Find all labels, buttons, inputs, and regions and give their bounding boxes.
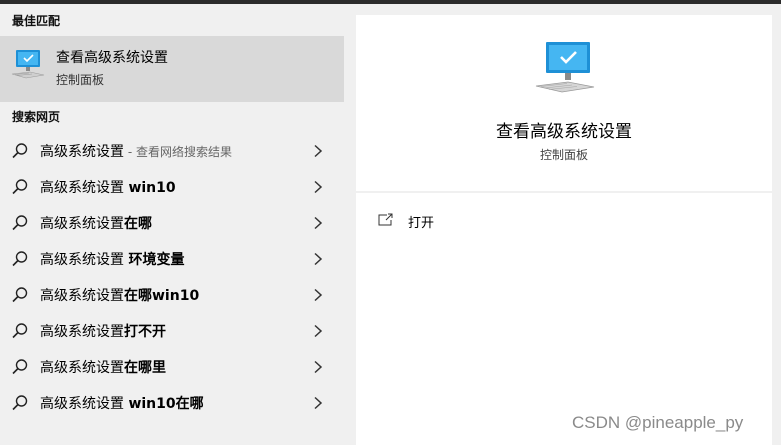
search-icon xyxy=(12,251,28,267)
query-prefix: 高级系统设置 xyxy=(40,288,124,304)
web-search-item[interactable]: 高级系统设置 win10 xyxy=(0,168,344,204)
query-suggestion: 环境变量 xyxy=(128,252,185,268)
query-prefix: 高级系统设置 xyxy=(40,144,124,160)
chevron-right-icon[interactable] xyxy=(313,144,323,158)
search-icon xyxy=(12,359,28,375)
web-search-label: 高级系统设置在哪 xyxy=(40,213,152,233)
web-search-label: 高级系统设置 环境变量 xyxy=(40,249,184,269)
search-icon xyxy=(12,287,28,303)
best-match-title: 查看高级系统设置 xyxy=(56,50,168,66)
web-search-item[interactable]: 高级系统设置在哪里 xyxy=(0,348,344,384)
chevron-right-icon[interactable] xyxy=(313,180,323,194)
results-panel: 最佳匹配 查看高级系统设置 控制面板 搜索网页 高级系统设置 - 查看网络搜索结… xyxy=(0,4,344,445)
computer-monitor-icon xyxy=(535,42,595,93)
web-search-label: 高级系统设置 win10 xyxy=(40,177,176,197)
chevron-right-icon[interactable] xyxy=(313,288,323,302)
query-suggestion: 在哪win10 xyxy=(124,288,200,304)
open-action[interactable]: 打开 xyxy=(378,211,498,231)
best-match-subtitle: 控制面板 xyxy=(56,73,105,87)
web-search-item[interactable]: 高级系统设置 环境变量 xyxy=(0,240,344,276)
query-prefix: 高级系统设置 xyxy=(40,324,124,340)
watermark: CSDN @pineapple_py xyxy=(572,413,744,432)
search-icon xyxy=(12,143,28,159)
query-suggestion: 在哪里 xyxy=(124,360,166,376)
web-search-label: 高级系统设置打不开 xyxy=(40,321,166,341)
computer-monitor-icon xyxy=(11,50,45,79)
chevron-right-icon[interactable] xyxy=(313,360,323,374)
web-search-label: 高级系统设置 win10在哪 xyxy=(40,393,204,413)
query-prefix: 高级系统设置 xyxy=(40,360,124,376)
chevron-right-icon[interactable] xyxy=(313,252,323,266)
open-window-icon xyxy=(378,213,393,226)
search-icon xyxy=(12,323,28,339)
web-search-item[interactable]: 高级系统设置打不开 xyxy=(0,312,344,348)
web-search-item[interactable]: 高级系统设置 win10在哪 xyxy=(0,384,344,420)
best-match-item[interactable]: 查看高级系统设置 控制面板 xyxy=(0,36,344,102)
web-search-item[interactable]: 高级系统设置 - 查看网络搜索结果 xyxy=(0,132,344,168)
best-match-heading: 最佳匹配 xyxy=(12,14,61,28)
query-suggestion: win10在哪 xyxy=(128,396,204,412)
query-suggestion: win10 xyxy=(128,180,176,196)
query-prefix: 高级系统设置 xyxy=(40,180,129,196)
query-prefix: 高级系统设置 xyxy=(40,396,129,412)
query-prefix: 高级系统设置 xyxy=(40,216,124,232)
web-search-label: 高级系统设置在哪win10 xyxy=(40,285,199,305)
web-search-heading: 搜索网页 xyxy=(12,110,61,124)
query-suggestion: 打不开 xyxy=(124,324,166,340)
web-search-label: 高级系统设置 - 查看网络搜索结果 xyxy=(40,141,232,161)
chevron-right-icon[interactable] xyxy=(313,324,323,338)
open-label: 打开 xyxy=(408,216,435,231)
web-search-item[interactable]: 高级系统设置在哪win10 xyxy=(0,276,344,312)
search-icon xyxy=(12,179,28,195)
web-search-item[interactable]: 高级系统设置在哪 xyxy=(0,204,344,240)
search-icon xyxy=(12,395,28,411)
chevron-right-icon[interactable] xyxy=(313,216,323,230)
search-icon xyxy=(12,215,28,231)
preview-header: 查看高级系统设置 控制面板 xyxy=(356,15,772,191)
query-prefix: 高级系统设置 xyxy=(40,252,129,268)
query-hint: - 查看网络搜索结果 xyxy=(124,145,232,159)
chevron-right-icon[interactable] xyxy=(313,396,323,410)
preview-subtitle: 控制面板 xyxy=(539,148,588,162)
query-suggestion: 在哪 xyxy=(124,216,152,232)
preview-actions: 打开 xyxy=(356,193,772,445)
preview-title: 查看高级系统设置 xyxy=(496,122,632,142)
web-search-label: 高级系统设置在哪里 xyxy=(40,357,166,377)
